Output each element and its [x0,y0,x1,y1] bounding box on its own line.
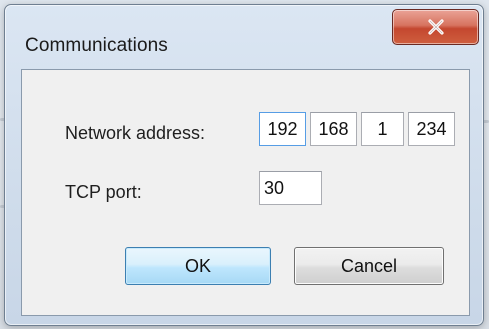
ip-octet-3-field[interactable] [361,112,404,146]
dialog-client-area: Network address: TCP port: OK Cancel [21,69,470,316]
close-button[interactable] [392,9,479,45]
tcp-port-field[interactable] [259,171,322,205]
close-x-icon [427,19,444,35]
ok-button[interactable]: OK [125,247,271,285]
ip-octet-2-field[interactable] [310,112,357,146]
ip-octet-1-field[interactable] [259,112,306,146]
tcp-port-label: TCP port: [65,182,142,202]
network-address-label: Network address: [65,123,206,143]
ip-octet-4-field[interactable] [408,112,455,146]
cancel-button-label: Cancel [340,255,398,276]
communications-dialog: Communications Network address: TCP port… [4,4,484,326]
dialog-title: Communications [25,35,168,56]
title-bar[interactable]: Communications [5,5,483,56]
ok-button-label: OK [184,255,211,276]
cancel-button[interactable]: Cancel [294,247,444,285]
